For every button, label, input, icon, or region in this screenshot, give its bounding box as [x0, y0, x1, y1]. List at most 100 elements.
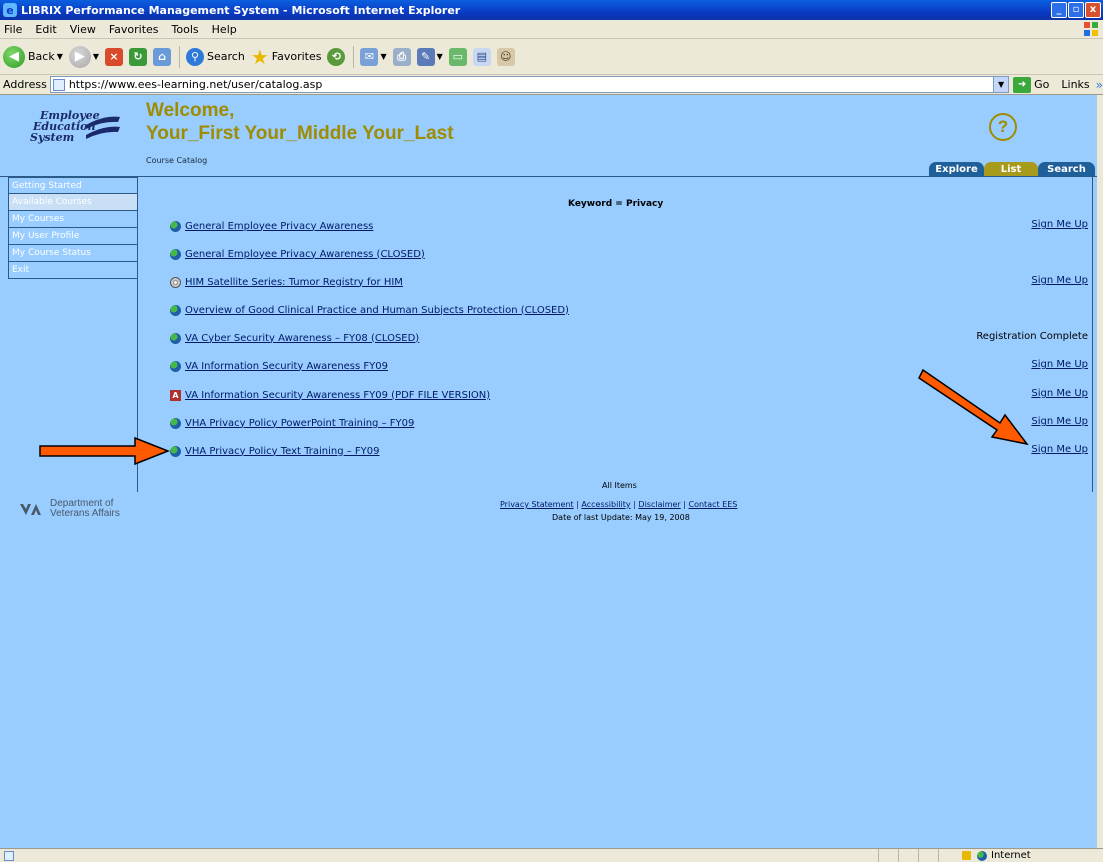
stop-button[interactable]: ×	[105, 47, 124, 66]
vertical-scrollbar[interactable]	[1097, 95, 1103, 848]
search-label: Search	[207, 50, 245, 63]
privacy-statement-link[interactable]: Privacy Statement	[500, 500, 574, 509]
home-button[interactable]: ⌂	[153, 47, 172, 66]
sign-me-up-link[interactable]: Sign Me Up	[1031, 388, 1088, 399]
go-arrow-icon: ➜	[1013, 76, 1032, 93]
research-button[interactable]: ▤	[472, 47, 491, 66]
accessibility-link[interactable]: Accessibility	[581, 500, 630, 509]
course-link[interactable]: VHA Privacy Policy PowerPoint Training –…	[185, 418, 414, 429]
close-button[interactable]: x	[1085, 2, 1101, 18]
address-dropdown-icon[interactable]: ▼	[993, 77, 1009, 92]
menu-tools[interactable]: Tools	[172, 23, 199, 36]
menu-view[interactable]: View	[70, 23, 96, 36]
back-arrow-icon: ◀	[3, 45, 25, 68]
menu-favorites[interactable]: Favorites	[109, 23, 159, 36]
user-name: Your_First Your_Middle Your_Last	[146, 123, 454, 144]
internet-explorer-icon: e	[3, 3, 17, 17]
history-button[interactable]: ⟲	[327, 47, 346, 66]
sidebar-item-my-user-profile[interactable]: My User Profile	[8, 228, 138, 245]
course-link[interactable]: HIM Satellite Series: Tumor Registry for…	[185, 277, 403, 288]
favorites-button[interactable]: ★ Favorites	[251, 45, 322, 69]
sidebar-item-exit[interactable]: Exit	[8, 262, 138, 279]
links-button[interactable]: Links	[1061, 78, 1089, 91]
course-link[interactable]: VA Information Security Awareness FY09 (…	[185, 390, 490, 401]
print-button[interactable]: ⎙	[392, 47, 411, 66]
page-status-icon	[4, 850, 14, 861]
address-input[interactable]: https://www.ees-learning.net/user/catalo…	[49, 76, 1010, 93]
status-cell	[918, 849, 938, 862]
window-title: LIBRIX Performance Management System - M…	[21, 3, 461, 17]
globe-icon	[170, 445, 181, 457]
minimize-button[interactable]: _	[1051, 2, 1067, 18]
maximize-button[interactable]: ▫	[1068, 2, 1084, 18]
header-divider	[0, 176, 1097, 177]
discuss-icon: ▭	[448, 47, 467, 66]
course-link[interactable]: Overview of Good Clinical Practice and H…	[185, 305, 569, 316]
course-row: General Employee Privacy Awareness	[170, 219, 373, 233]
address-label: Address	[3, 78, 47, 91]
logo-line3: System	[30, 131, 75, 144]
contact-ees-link[interactable]: Contact EES	[689, 500, 738, 509]
welcome-heading: Welcome,	[146, 100, 235, 121]
course-link[interactable]: VA Information Security Awareness FY09	[185, 361, 388, 372]
sign-me-up-link[interactable]: Sign Me Up	[1031, 359, 1088, 370]
menu-help[interactable]: Help	[212, 23, 237, 36]
all-items-link[interactable]: All Items	[602, 481, 637, 490]
mail-button[interactable]: ✉ ▼	[360, 47, 387, 66]
globe-icon	[170, 304, 181, 316]
tab-explore[interactable]: Explore	[929, 162, 984, 176]
stop-icon: ×	[105, 47, 124, 66]
search-button[interactable]: ⚲ Search	[186, 47, 245, 66]
sidebar-item-my-courses[interactable]: My Courses	[8, 211, 138, 228]
course-link[interactable]: VA Cyber Security Awareness – FY08 (CLOS…	[185, 333, 419, 344]
keyword-heading: Keyword = Privacy	[568, 199, 664, 209]
sign-me-up-link[interactable]: Sign Me Up	[1031, 219, 1088, 230]
security-zone: Internet	[962, 849, 1031, 862]
go-label: Go	[1034, 78, 1050, 91]
sidebar-item-getting-started[interactable]: Getting Started	[8, 177, 138, 194]
course-link[interactable]: VHA Privacy Policy Text Training – FY09	[185, 446, 380, 457]
disclaimer-link[interactable]: Disclaimer	[638, 500, 680, 509]
go-button[interactable]: ➜ Go	[1013, 76, 1050, 93]
back-button[interactable]: ◀ Back ▼	[3, 45, 63, 68]
links-icon[interactable]: »	[1096, 78, 1103, 92]
status-cells	[878, 849, 958, 862]
toolbar-divider	[179, 45, 181, 68]
globe-icon	[170, 220, 181, 232]
refresh-button[interactable]: ↻	[129, 47, 148, 66]
globe-icon	[170, 360, 181, 372]
status-bar: Internet	[0, 848, 1103, 862]
search-icon: ⚲	[186, 47, 205, 66]
menu-file[interactable]: File	[4, 23, 22, 36]
edit-button[interactable]: ✎ ▼	[416, 47, 443, 66]
discuss-button[interactable]: ▭	[448, 47, 467, 66]
lock-icon	[962, 851, 971, 860]
right-arrow-icon	[918, 368, 1029, 446]
forward-button[interactable]: ▶ ▼	[68, 45, 99, 68]
logo-swoosh-icon	[86, 116, 120, 139]
messenger-button[interactable]: ☺	[496, 47, 515, 66]
toolbar-divider	[353, 45, 355, 68]
refresh-icon: ↻	[129, 47, 148, 66]
sign-me-up-link[interactable]: Sign Me Up	[1031, 444, 1088, 455]
research-icon: ▤	[472, 47, 491, 66]
course-row: VA Cyber Security Awareness – FY08 (CLOS…	[170, 331, 419, 345]
course-link[interactable]: General Employee Privacy Awareness (CLOS…	[185, 249, 425, 260]
left-arrow-icon	[39, 436, 171, 466]
sidebar-item-available-courses[interactable]: Available Courses	[8, 194, 138, 211]
sign-me-up-link[interactable]: Sign Me Up	[1031, 275, 1088, 286]
sign-me-up-link[interactable]: Sign Me Up	[1031, 416, 1088, 427]
last-update-text: Date of last Update: May 19, 2008	[552, 513, 690, 522]
course-link[interactable]: General Employee Privacy Awareness	[185, 221, 373, 232]
tab-list[interactable]: List	[984, 162, 1038, 176]
sidebar-item-my-course-status[interactable]: My Course Status	[8, 245, 138, 262]
tab-search[interactable]: Search	[1038, 162, 1095, 176]
status-cell	[878, 849, 898, 862]
help-button[interactable]: ?	[989, 113, 1017, 141]
registration-status: Registration Complete	[976, 331, 1088, 342]
footer-links: Privacy Statement | Accessibility | Disc…	[500, 500, 737, 509]
menu-edit[interactable]: Edit	[35, 23, 56, 36]
status-cell	[898, 849, 918, 862]
home-icon: ⌂	[153, 47, 172, 66]
footer-separator: |	[680, 500, 689, 509]
